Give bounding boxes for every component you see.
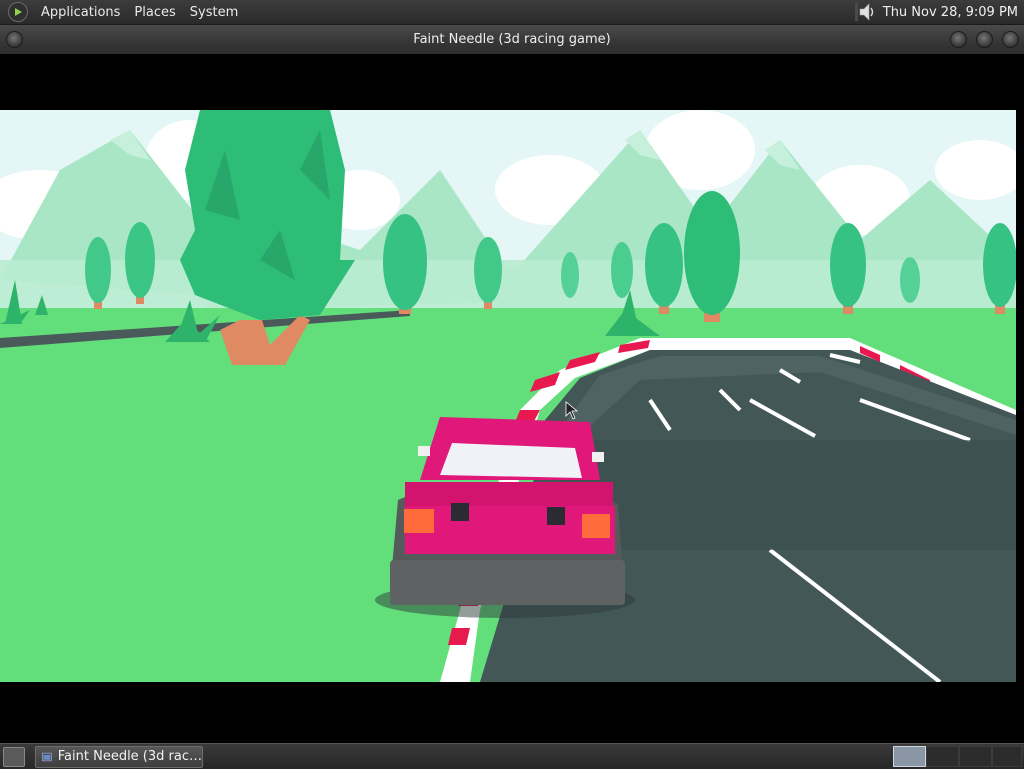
workspace-3[interactable] [959, 746, 992, 767]
distro-logo-icon[interactable] [8, 2, 28, 22]
maximize-button[interactable] [976, 31, 993, 48]
window-icon [42, 752, 52, 761]
window-titlebar[interactable]: Faint Needle (3d racing game) [0, 25, 1024, 55]
close-button[interactable] [1002, 31, 1019, 48]
taskbar-item-label: Faint Needle (3d rac… [57, 749, 202, 764]
taskbar-item-faint-needle[interactable]: Faint Needle (3d rac… [35, 745, 203, 768]
game-canvas[interactable] [0, 110, 1016, 682]
clock[interactable]: Thu Nov 28, 9:09 PM [883, 5, 1018, 20]
menu-applications[interactable]: Applications [34, 5, 127, 20]
workspace-4[interactable] [992, 746, 1022, 767]
window-menu-button[interactable] [6, 31, 23, 48]
minimize-button[interactable] [950, 31, 967, 48]
window-title: Faint Needle (3d racing game) [413, 32, 611, 47]
show-desktop-button[interactable] [3, 746, 25, 767]
bottom-panel: Faint Needle (3d rac… [0, 743, 1024, 769]
top-panel: Applications Places System Thu Nov 28, 9… [0, 0, 1024, 25]
volume-icon[interactable] [854, 2, 877, 22]
game-window-content [0, 54, 1024, 743]
menu-system[interactable]: System [183, 5, 245, 20]
workspace-2[interactable] [926, 746, 959, 767]
menu-places[interactable]: Places [127, 5, 182, 20]
workspace-1[interactable] [893, 746, 926, 767]
